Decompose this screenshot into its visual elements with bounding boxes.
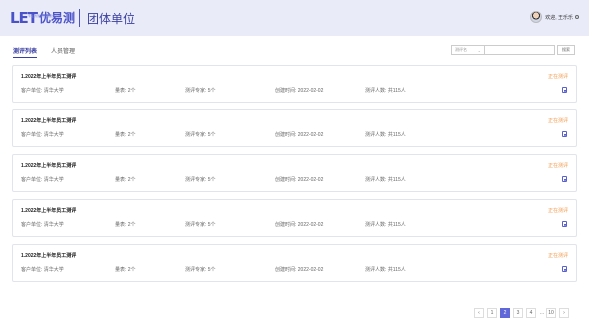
page-button-2[interactable]: 2 [500, 308, 510, 318]
expert-count: 测评专家: 5个 [185, 88, 216, 94]
evaluation-card[interactable]: 1.2022年上半年员工测评 正在测评 客户单位: 清华大学 量表: 2个 测评… [12, 199, 577, 237]
created-time: 创建时间: 2022-02-02 [275, 222, 324, 228]
pagination: ‹ 1 2 3 4 … 10 › [474, 308, 572, 318]
client-unit: 客户单位: 清华大学 [21, 222, 64, 228]
status-badge: 正在测评 [547, 118, 568, 124]
user-greeting: 欢迎, 王乐乐 [545, 14, 573, 21]
created-time: 创建时间: 2022-02-02 [275, 132, 324, 138]
people-count: 测评人数: 共115人 [365, 177, 406, 183]
evaluation-card[interactable]: 1.2022年上半年员工测评 正在测评 客户单位: 清华大学 量表: 2个 测评… [12, 244, 577, 282]
client-unit: 客户单位: 清华大学 [21, 177, 64, 183]
created-time: 创建时间: 2022-02-02 [275, 267, 324, 273]
page-button-3[interactable]: 3 [513, 308, 523, 318]
user-dropdown-icon[interactable] [575, 15, 579, 19]
page-button-4[interactable]: 4 [526, 308, 536, 318]
search-button[interactable]: 搜索 [557, 45, 575, 55]
logo-mark: LET [10, 9, 38, 27]
app-header: LET 优易测 专业的测评管理服务平台 团体单位 欢迎, 王乐乐 [0, 0, 589, 36]
tab-personnel-management[interactable]: 人员管理 [51, 46, 75, 58]
main-content: 测评列表 人员管理 测评名 ⌄ 搜索 1.2022年上半年员工测评 正在测评 客… [0, 36, 589, 331]
page-button-last[interactable]: 10 [546, 308, 556, 318]
scale-count: 量表: 2个 [115, 177, 136, 183]
page-ellipsis: … [539, 308, 545, 318]
expert-count: 测评专家: 5个 [185, 267, 216, 273]
page-button-1[interactable]: 1 [487, 308, 497, 318]
created-time: 创建时间: 2022-02-02 [275, 177, 324, 183]
people-count: 测评人数: 共115人 [365, 267, 406, 273]
client-unit: 客户单位: 清华大学 [21, 267, 64, 273]
card-title[interactable]: 1.2022年上半年员工测评 [21, 207, 76, 214]
chevron-down-icon: ⌄ [477, 47, 481, 53]
scale-count: 量表: 2个 [115, 222, 136, 228]
prev-page-button[interactable]: ‹ [474, 308, 484, 318]
report-icon[interactable] [562, 266, 567, 272]
status-badge: 正在测评 [547, 208, 568, 214]
report-icon[interactable] [562, 131, 567, 137]
report-icon[interactable] [562, 221, 567, 227]
status-badge: 正在测评 [547, 253, 568, 259]
search-input[interactable] [485, 45, 555, 55]
report-icon[interactable] [562, 87, 567, 93]
expert-count: 测评专家: 5个 [185, 222, 216, 228]
evaluation-card[interactable]: 1.2022年上半年员工测评 正在测评 客户单位: 清华大学 量表: 2个 测评… [12, 65, 577, 103]
scale-count: 量表: 2个 [115, 132, 136, 138]
card-title[interactable]: 1.2022年上半年员工测评 [21, 117, 76, 124]
logo[interactable]: LET 优易测 [10, 9, 75, 27]
report-icon[interactable] [562, 176, 567, 182]
evaluation-card[interactable]: 1.2022年上半年员工测评 正在测评 客户单位: 清华大学 量表: 2个 测评… [12, 109, 577, 147]
card-title[interactable]: 1.2022年上半年员工测评 [21, 252, 76, 259]
search-type-select[interactable]: 测评名 ⌄ [451, 45, 485, 55]
client-unit: 客户单位: 清华大学 [21, 88, 64, 94]
logo-divider [79, 9, 80, 27]
page-title: 团体单位 [87, 12, 136, 26]
status-badge: 正在测评 [547, 163, 568, 169]
people-count: 测评人数: 共115人 [365, 132, 406, 138]
client-unit: 客户单位: 清华大学 [21, 132, 64, 138]
search-bar: 测评名 ⌄ 搜索 [451, 45, 575, 55]
logo-subtitle: 专业的测评管理服务平台 [28, 14, 62, 18]
expert-count: 测评专家: 5个 [185, 132, 216, 138]
people-count: 测评人数: 共115人 [365, 222, 406, 228]
card-title[interactable]: 1.2022年上半年员工测评 [21, 162, 76, 169]
next-page-button[interactable]: › [559, 308, 569, 318]
people-count: 测评人数: 共115人 [365, 88, 406, 94]
tab-evaluation-list[interactable]: 测评列表 [13, 46, 38, 58]
search-type-value: 测评名 [455, 47, 467, 52]
created-time: 创建时间: 2022-02-02 [275, 88, 324, 94]
evaluation-card[interactable]: 1.2022年上半年员工测评 正在测评 客户单位: 清华大学 量表: 2个 测评… [12, 154, 577, 192]
scale-count: 量表: 2个 [115, 267, 136, 273]
user-menu[interactable]: 欢迎, 王乐乐 [530, 11, 579, 23]
scale-count: 量表: 2个 [115, 88, 136, 94]
avatar[interactable] [530, 11, 543, 23]
tab-bar: 测评列表 人员管理 [13, 46, 89, 58]
card-title[interactable]: 1.2022年上半年员工测评 [21, 73, 76, 80]
status-badge: 正在测评 [547, 74, 568, 80]
expert-count: 测评专家: 5个 [185, 177, 216, 183]
